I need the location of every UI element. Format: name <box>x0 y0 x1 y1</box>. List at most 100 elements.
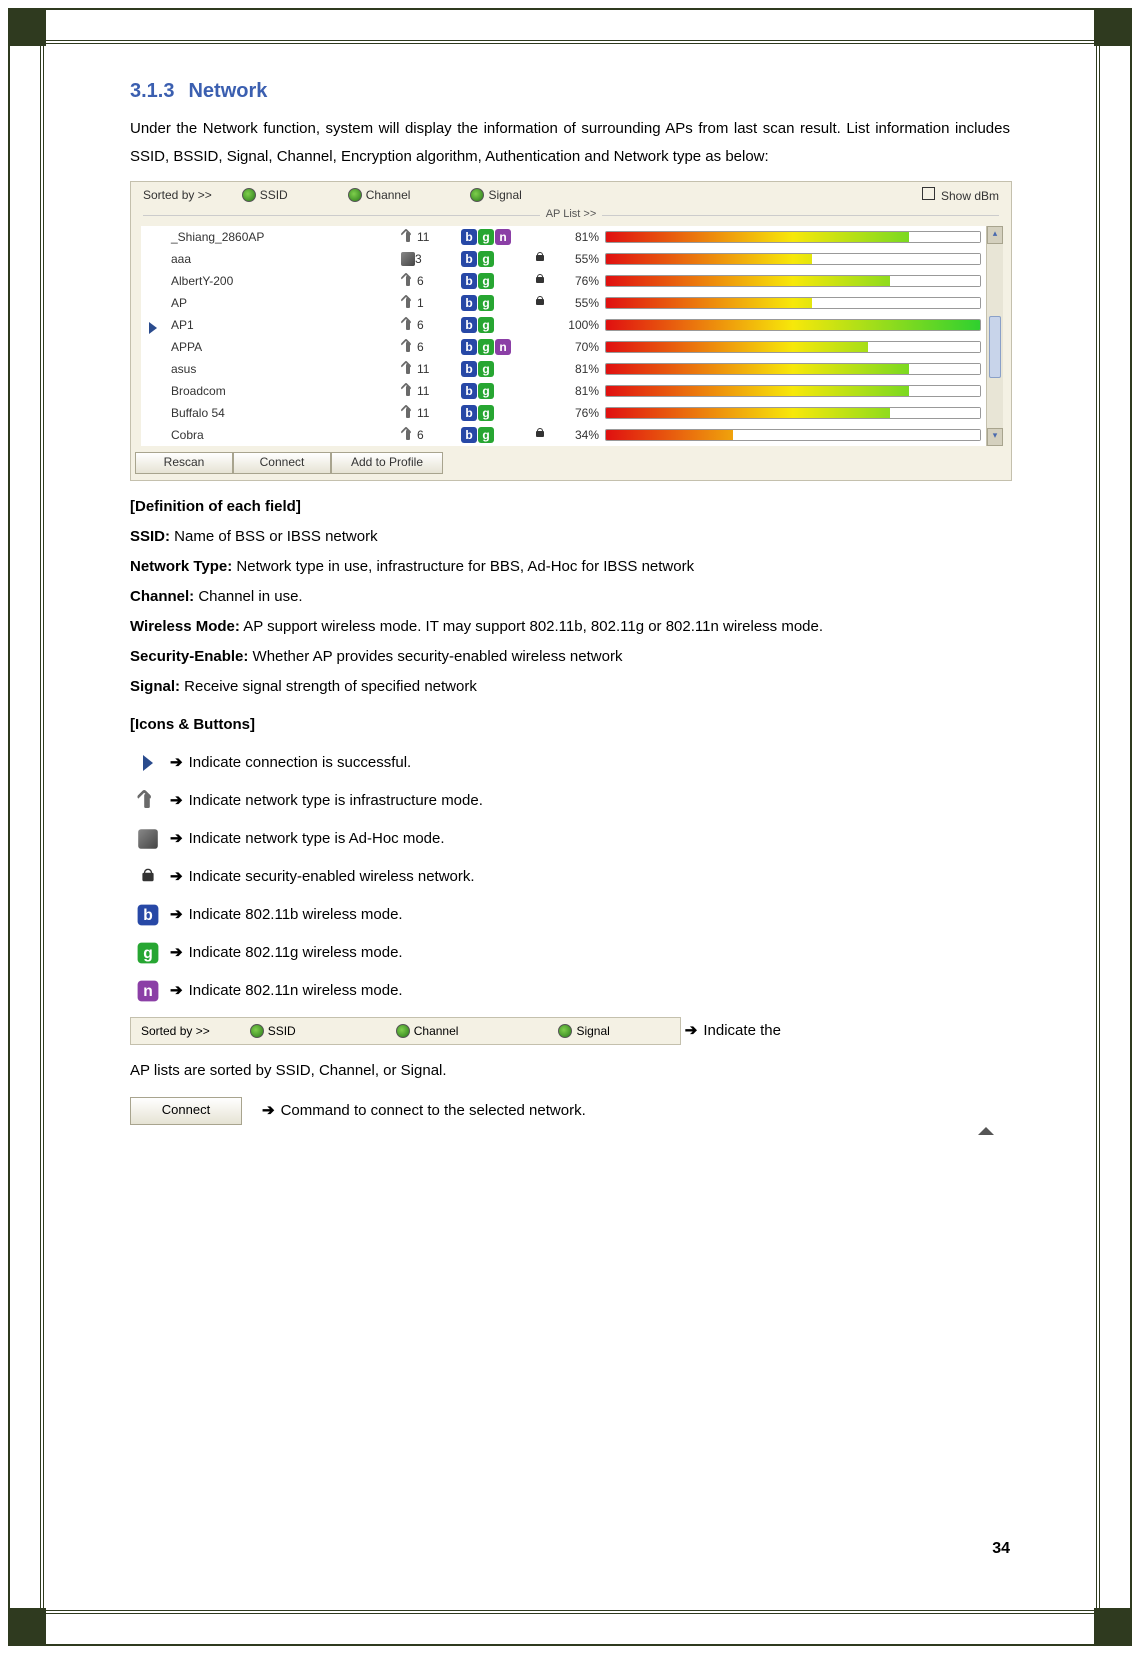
radio-icon <box>348 188 362 202</box>
mode-g-icon: g <box>478 405 494 421</box>
adhoc-icon <box>138 829 158 849</box>
mode-g-icon: g <box>478 251 494 267</box>
icon-desc-connection: Indicate connection is successful. <box>189 751 412 775</box>
sorted-by-label: Sorted by >> <box>143 188 212 202</box>
ap-row[interactable]: asus11bg81% <box>141 358 1001 380</box>
lock-icon <box>535 252 545 264</box>
icon-desc-sort-pre: Indicate the <box>703 1019 781 1043</box>
arrow-icon: ➔ <box>262 1099 275 1123</box>
lock-icon <box>535 274 545 286</box>
mode-b-icon: b <box>461 273 477 289</box>
infrastructure-icon <box>401 274 415 288</box>
ap-row[interactable]: APPA6bgn70% <box>141 336 1001 358</box>
defs-header: [Definition of each field] <box>130 498 301 515</box>
infrastructure-icon <box>401 230 415 244</box>
connect-button[interactable]: Connect <box>233 452 331 474</box>
adhoc-icon <box>401 252 415 266</box>
icon-desc-b: Indicate 802.11b wireless mode. <box>189 903 403 927</box>
scrollbar[interactable]: ▴ ▾ <box>986 226 1003 446</box>
selected-arrow-icon <box>149 322 157 334</box>
section-heading: 3.1.3Network <box>130 80 1010 103</box>
mode-b-icon: b <box>461 361 477 377</box>
show-dbm-checkbox[interactable]: Show dBm <box>922 187 999 203</box>
sort-ssid-radio[interactable]: SSID <box>242 188 288 202</box>
arrow-icon: ➔ <box>170 903 183 927</box>
infrastructure-icon <box>401 384 415 398</box>
ap-row[interactable]: _Shiang_2860AP11bgn81% <box>141 226 1001 248</box>
def-networktype-text: Network type in use, infrastructure for … <box>232 558 694 575</box>
lock-icon <box>535 428 545 440</box>
ap-row[interactable]: AP16bg100% <box>141 314 1001 336</box>
mode-b-icon: b <box>461 405 477 421</box>
checkbox-icon <box>922 187 935 200</box>
mode-g-icon: g <box>478 295 494 311</box>
mode-b-icon: b <box>461 427 477 443</box>
ap-list-label: AP List >> <box>131 208 1011 222</box>
mode-b-icon: b <box>461 383 477 399</box>
radio-icon <box>470 188 484 202</box>
def-wirelessmode-text: AP support wireless mode. IT may support… <box>240 618 823 635</box>
def-wirelessmode-label: Wireless Mode: <box>130 618 240 635</box>
def-signal-label: Signal: <box>130 678 180 695</box>
arrow-icon: ➔ <box>170 941 183 965</box>
scroll-down-icon[interactable]: ▾ <box>987 428 1003 446</box>
arrow-icon: ➔ <box>170 979 183 1003</box>
mode-b-icon: b <box>461 317 477 333</box>
def-ssid-text: Name of BSS or IBSS network <box>170 528 378 545</box>
icon-desc-n: Indicate 802.11n wireless mode. <box>189 979 403 1003</box>
mode-g-icon: g <box>478 383 494 399</box>
ap-row[interactable]: Cobra6bg34% <box>141 424 1001 446</box>
arrow-icon: ➔ <box>170 865 183 889</box>
sort-signal-radio[interactable]: Signal <box>470 188 521 202</box>
icon-desc-connect: Command to connect to the selected netwo… <box>281 1099 586 1123</box>
collapse-icon[interactable] <box>978 1127 994 1135</box>
mode-n-icon: n <box>138 981 159 1002</box>
ap-row[interactable]: AP1bg55% <box>141 292 1001 314</box>
infrastructure-icon <box>137 791 157 811</box>
icons-header: [Icons & Buttons] <box>130 713 255 737</box>
ap-row[interactable]: Broadcom11bg81% <box>141 380 1001 402</box>
icon-desc-security: Indicate security-enabled wireless netwo… <box>189 865 475 889</box>
arrow-icon: ➔ <box>170 827 183 851</box>
arrow-icon: ➔ <box>170 751 183 775</box>
mode-n-icon: n <box>495 339 511 355</box>
mode-b-icon: b <box>461 339 477 355</box>
add-to-profile-button[interactable]: Add to Profile <box>331 452 443 474</box>
sort-strip: Sorted by >> SSID Channel Signal <box>130 1017 681 1045</box>
ap-row[interactable]: aaa3bg55% <box>141 248 1001 270</box>
mode-g-icon: g <box>478 229 494 245</box>
infrastructure-icon <box>401 406 415 420</box>
mode-b-icon: b <box>461 295 477 311</box>
mode-b-icon: b <box>461 251 477 267</box>
mode-g-icon: g <box>138 943 159 964</box>
lock-icon <box>141 869 155 886</box>
rescan-button[interactable]: Rescan <box>135 452 233 474</box>
def-channel-label: Channel: <box>130 588 194 605</box>
scroll-thumb[interactable] <box>989 316 1001 378</box>
mode-g-icon: g <box>478 273 494 289</box>
icon-desc-infra: Indicate network type is infrastructure … <box>189 789 483 813</box>
mode-b-icon: b <box>138 905 159 926</box>
infrastructure-icon <box>401 318 415 332</box>
lock-icon <box>535 296 545 308</box>
page-number: 34 <box>992 1540 1010 1558</box>
infrastructure-icon <box>401 362 415 376</box>
ap-row[interactable]: Buffalo 5411bg76% <box>141 402 1001 424</box>
scroll-up-icon[interactable]: ▴ <box>987 226 1003 244</box>
def-channel-text: Channel in use. <box>194 588 302 605</box>
infrastructure-icon <box>401 296 415 310</box>
connect-button-sample: Connect <box>130 1097 242 1125</box>
def-signal-text: Receive signal strength of specified net… <box>180 678 477 695</box>
radio-icon <box>250 1024 264 1038</box>
radio-icon <box>242 188 256 202</box>
ap-row[interactable]: AlbertY-2006bg76% <box>141 270 1001 292</box>
icon-desc-adhoc: Indicate network type is Ad-Hoc mode. <box>189 827 445 851</box>
sort-channel-radio[interactable]: Channel <box>348 188 411 202</box>
radio-icon <box>558 1024 572 1038</box>
mode-g-icon: g <box>478 427 494 443</box>
ap-list-panel: Sorted by >> SSID Channel Signal Show dB… <box>130 181 1012 481</box>
mode-g-icon: g <box>478 317 494 333</box>
ap-list: ▴ ▾ _Shiang_2860AP11bgn81%aaa3bg55%Alber… <box>141 226 1001 446</box>
def-security-label: Security-Enable: <box>130 648 248 665</box>
icon-desc-sort-post: AP lists are sorted by SSID, Channel, or… <box>130 1059 447 1083</box>
